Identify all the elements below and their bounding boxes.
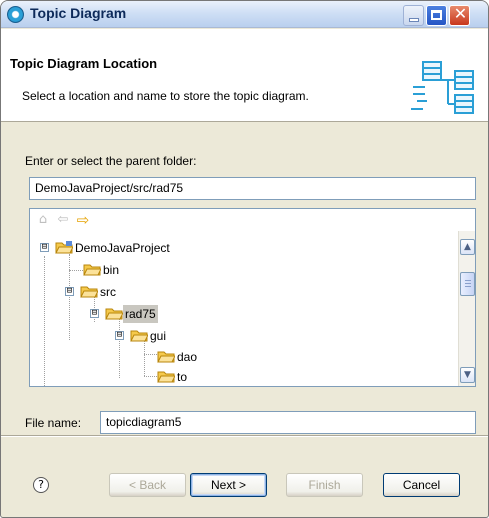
divider <box>1 435 488 437</box>
folder-icon <box>157 351 175 363</box>
folder-icon <box>83 264 101 276</box>
parent-folder-label: Enter or select the parent folder: <box>25 154 197 168</box>
tree-node-to[interactable]: to <box>30 368 450 386</box>
folder-icon <box>105 308 123 320</box>
topic-diagram-dialog: Topic Diagram ✕ Topic Diagram Location S… <box>0 0 489 518</box>
scroll-down-icon[interactable]: ▼ <box>460 367 475 383</box>
tree-node-label: dao <box>177 350 198 364</box>
page-title: Topic Diagram Location <box>10 56 158 71</box>
tree-node-gui[interactable]: ⊟ gui <box>30 327 450 345</box>
scrollbar-thumb[interactable] <box>460 272 475 296</box>
tree-node-label: gui <box>150 329 167 343</box>
next-button[interactable]: Next > <box>190 473 267 497</box>
project-folder-icon <box>55 241 73 254</box>
back-arrow-icon[interactable]: ⇦ <box>55 212 71 228</box>
finish-button[interactable]: Finish <box>286 473 363 497</box>
file-name-input[interactable]: topicdiagram5 <box>100 411 476 434</box>
folder-tree[interactable]: ⌂ ⇦ ⇨ ⊟ DemoJavaProject bin ⊟ src ⊟ rad7… <box>29 208 476 387</box>
maximize-icon <box>431 10 442 20</box>
home-icon[interactable]: ⌂ <box>35 212 51 228</box>
tree-node-label: DemoJavaProject <box>75 241 170 255</box>
scroll-up-icon[interactable]: ▲ <box>460 239 475 255</box>
folder-icon <box>130 330 148 342</box>
tree-node-rad75[interactable]: ⊟ rad75 <box>30 305 450 323</box>
cancel-button[interactable]: Cancel <box>383 473 460 497</box>
forward-arrow-icon[interactable]: ⇨ <box>75 212 91 228</box>
tree-scrollbar[interactable]: ▲ ▼ <box>458 231 475 386</box>
tree-node-demojavaproject[interactable]: ⊟ DemoJavaProject <box>30 239 450 257</box>
folder-icon <box>80 286 98 298</box>
tree-node-label: bin <box>103 263 120 277</box>
file-name-label: File name: <box>25 416 82 430</box>
close-button[interactable]: ✕ <box>449 4 470 26</box>
close-icon: ✕ <box>453 4 468 23</box>
collapse-toggle[interactable]: ⊟ <box>40 243 49 252</box>
tree-node-dao[interactable]: dao <box>30 348 450 366</box>
header-banner: Topic Diagram Location Select a location… <box>1 29 488 122</box>
tree-node-bin[interactable]: bin <box>30 261 450 279</box>
collapse-toggle[interactable]: ⊟ <box>65 287 74 296</box>
tree-toolbar: ⌂ ⇦ ⇨ <box>30 209 475 231</box>
tree-node-label: src <box>100 285 116 299</box>
app-icon <box>7 6 24 23</box>
back-button[interactable]: < Back <box>109 473 186 497</box>
help-icon[interactable]: ? <box>33 477 49 493</box>
page-description: Select a location and name to store the … <box>22 89 309 103</box>
parent-folder-input[interactable]: DemoJavaProject/src/rad75 <box>29 177 476 200</box>
collapse-toggle[interactable]: ⊟ <box>115 331 124 340</box>
tree-node-label: to <box>177 370 188 384</box>
tree-node-label-selected: rad75 <box>123 305 158 323</box>
title-bar[interactable]: Topic Diagram ✕ <box>1 1 488 28</box>
collapse-toggle[interactable]: ⊟ <box>90 309 99 318</box>
topic-diagram-wizard-icon <box>411 61 474 114</box>
window-title: Topic Diagram <box>30 5 127 21</box>
folder-icon <box>157 371 175 383</box>
minimize-icon <box>410 19 418 21</box>
tree-node-src[interactable]: ⊟ src <box>30 283 450 301</box>
minimize-button[interactable] <box>403 5 424 26</box>
maximize-button[interactable] <box>426 5 447 26</box>
